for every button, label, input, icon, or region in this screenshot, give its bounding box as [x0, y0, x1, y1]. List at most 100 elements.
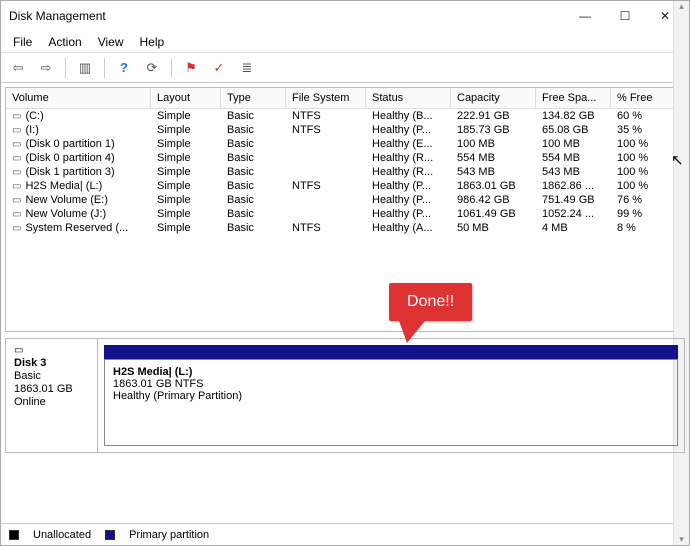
- cell-status: Healthy (A...: [366, 221, 451, 235]
- volume-name: (Disk 0 partition 4): [25, 152, 114, 164]
- refresh-icon[interactable]: ⟳: [141, 57, 163, 79]
- menu-action[interactable]: Action: [40, 33, 89, 51]
- table-row[interactable]: ▭(C:)SimpleBasicNTFSHealthy (B...222.91 …: [6, 109, 684, 123]
- legend-swatch-primary: [105, 530, 115, 540]
- cell-status: Healthy (E...: [366, 137, 451, 151]
- cell-fs: NTFS: [286, 221, 366, 235]
- menu-help[interactable]: Help: [132, 33, 173, 51]
- cell-free: 65.08 GB: [536, 123, 611, 137]
- table-row[interactable]: ▭H2S Media| (L:)SimpleBasicNTFSHealthy (…: [6, 179, 684, 193]
- cell-capacity: 222.91 GB: [451, 109, 536, 123]
- cell-layout: Simple: [151, 123, 221, 137]
- col-volume[interactable]: Volume: [6, 88, 151, 108]
- volume-name: System Reserved (...: [25, 222, 128, 234]
- cell-pct: 35 %: [611, 123, 681, 137]
- titlebar: Disk Management — ☐ ✕: [1, 1, 689, 31]
- table-row[interactable]: ▭(Disk 0 partition 1)SimpleBasicHealthy …: [6, 137, 684, 151]
- menu-view[interactable]: View: [90, 33, 132, 51]
- help-icon[interactable]: ?: [113, 57, 135, 79]
- content-area: Volume Layout Type File System Status Ca…: [1, 83, 689, 523]
- cell-status: Healthy (P...: [366, 179, 451, 193]
- disk-graphical-view: ▭ Disk 3 Basic 1863.01 GB Online H2S Med…: [5, 338, 685, 453]
- show-hide-tree-icon[interactable]: ▥: [74, 57, 96, 79]
- cell-type: Basic: [221, 207, 286, 221]
- table-row[interactable]: ▭New Volume (E:)SimpleBasicHealthy (P...…: [6, 193, 684, 207]
- callout-text: Done!!: [389, 283, 472, 321]
- table-row[interactable]: ▭(I:)SimpleBasicNTFSHealthy (P...185.73 …: [6, 123, 684, 137]
- cell-layout: Simple: [151, 137, 221, 151]
- back-icon[interactable]: ⇦: [7, 57, 29, 79]
- done-callout: Done!!: [389, 283, 472, 343]
- cell-status: Healthy (P...: [366, 193, 451, 207]
- cell-free: 554 MB: [536, 151, 611, 165]
- cell-type: Basic: [221, 137, 286, 151]
- scrollbar[interactable]: ▴▾: [673, 109, 684, 331]
- cell-status: Healthy (B...: [366, 109, 451, 123]
- disk-label-panel[interactable]: ▭ Disk 3 Basic 1863.01 GB Online: [6, 339, 98, 452]
- volume-icon: ▭: [12, 153, 21, 164]
- check-icon[interactable]: ✓: [208, 57, 230, 79]
- volume-icon: ▭: [12, 223, 21, 234]
- cell-fs: [286, 193, 366, 207]
- table-row[interactable]: ▭(Disk 1 partition 3)SimpleBasicHealthy …: [6, 165, 684, 179]
- settings-icon[interactable]: ⚑: [180, 57, 202, 79]
- forward-icon[interactable]: ⇨: [35, 57, 57, 79]
- cell-pct: 100 %: [611, 137, 681, 151]
- volume-icon: ▭: [12, 139, 21, 150]
- col-filesystem[interactable]: File System: [286, 88, 366, 108]
- volume-name: (Disk 1 partition 3): [25, 166, 114, 178]
- table-row[interactable]: ▭System Reserved (...SimpleBasicNTFSHeal…: [6, 221, 684, 235]
- partition-desc: 1863.01 GB NTFS: [113, 378, 204, 390]
- volume-icon: ▭: [12, 125, 21, 136]
- cell-capacity: 50 MB: [451, 221, 536, 235]
- cell-pct: 8 %: [611, 221, 681, 235]
- list-icon[interactable]: ≣: [236, 57, 258, 79]
- partition-box[interactable]: H2S Media| (L:) 1863.01 GB NTFS Healthy …: [104, 359, 678, 446]
- volume-rows: ▴▾ ▭(C:)SimpleBasicNTFSHealthy (B...222.…: [6, 109, 684, 331]
- legend-primary: Primary partition: [129, 529, 209, 541]
- disk-type: Basic: [14, 370, 89, 382]
- minimize-button[interactable]: —: [565, 2, 605, 30]
- cell-layout: Simple: [151, 207, 221, 221]
- volume-icon: ▭: [12, 111, 21, 122]
- col-pctfree[interactable]: % Free: [611, 88, 681, 108]
- cell-free: 1862.86 ...: [536, 179, 611, 193]
- column-headers: Volume Layout Type File System Status Ca…: [6, 88, 684, 109]
- cell-fs: [286, 207, 366, 221]
- menu-file[interactable]: File: [5, 33, 40, 51]
- cell-capacity: 543 MB: [451, 165, 536, 179]
- cell-capacity: 554 MB: [451, 151, 536, 165]
- cell-capacity: 986.42 GB: [451, 193, 536, 207]
- cell-status: Healthy (R...: [366, 165, 451, 179]
- cell-type: Basic: [221, 151, 286, 165]
- col-capacity[interactable]: Capacity: [451, 88, 536, 108]
- table-row[interactable]: ▭New Volume (J:)SimpleBasicHealthy (P...…: [6, 207, 684, 221]
- cell-type: Basic: [221, 109, 286, 123]
- cell-layout: Simple: [151, 179, 221, 193]
- toolbar-separator: [171, 58, 172, 78]
- col-layout[interactable]: Layout: [151, 88, 221, 108]
- col-freespace[interactable]: Free Spa...: [536, 88, 611, 108]
- maximize-button[interactable]: ☐: [605, 2, 645, 30]
- cell-fs: NTFS: [286, 123, 366, 137]
- cell-status: Healthy (P...: [366, 123, 451, 137]
- cell-pct: 76 %: [611, 193, 681, 207]
- volume-list: Volume Layout Type File System Status Ca…: [5, 87, 685, 332]
- col-status[interactable]: Status: [366, 88, 451, 108]
- cell-type: Basic: [221, 193, 286, 207]
- volume-icon: ▭: [12, 209, 21, 220]
- col-type[interactable]: Type: [221, 88, 286, 108]
- cell-fs: NTFS: [286, 109, 366, 123]
- graphical-view-empty: [5, 459, 685, 519]
- volume-name: (I:): [25, 124, 38, 136]
- cell-capacity: 1061.49 GB: [451, 207, 536, 221]
- cell-layout: Simple: [151, 109, 221, 123]
- volume-name: New Volume (E:): [25, 194, 108, 206]
- cell-status: Healthy (R...: [366, 151, 451, 165]
- table-row[interactable]: ▭(Disk 0 partition 4)SimpleBasicHealthy …: [6, 151, 684, 165]
- cell-free: 4 MB: [536, 221, 611, 235]
- volume-icon: ▭: [12, 167, 21, 178]
- legend-swatch-unallocated: [9, 530, 19, 540]
- cell-fs: [286, 165, 366, 179]
- cell-fs: [286, 137, 366, 151]
